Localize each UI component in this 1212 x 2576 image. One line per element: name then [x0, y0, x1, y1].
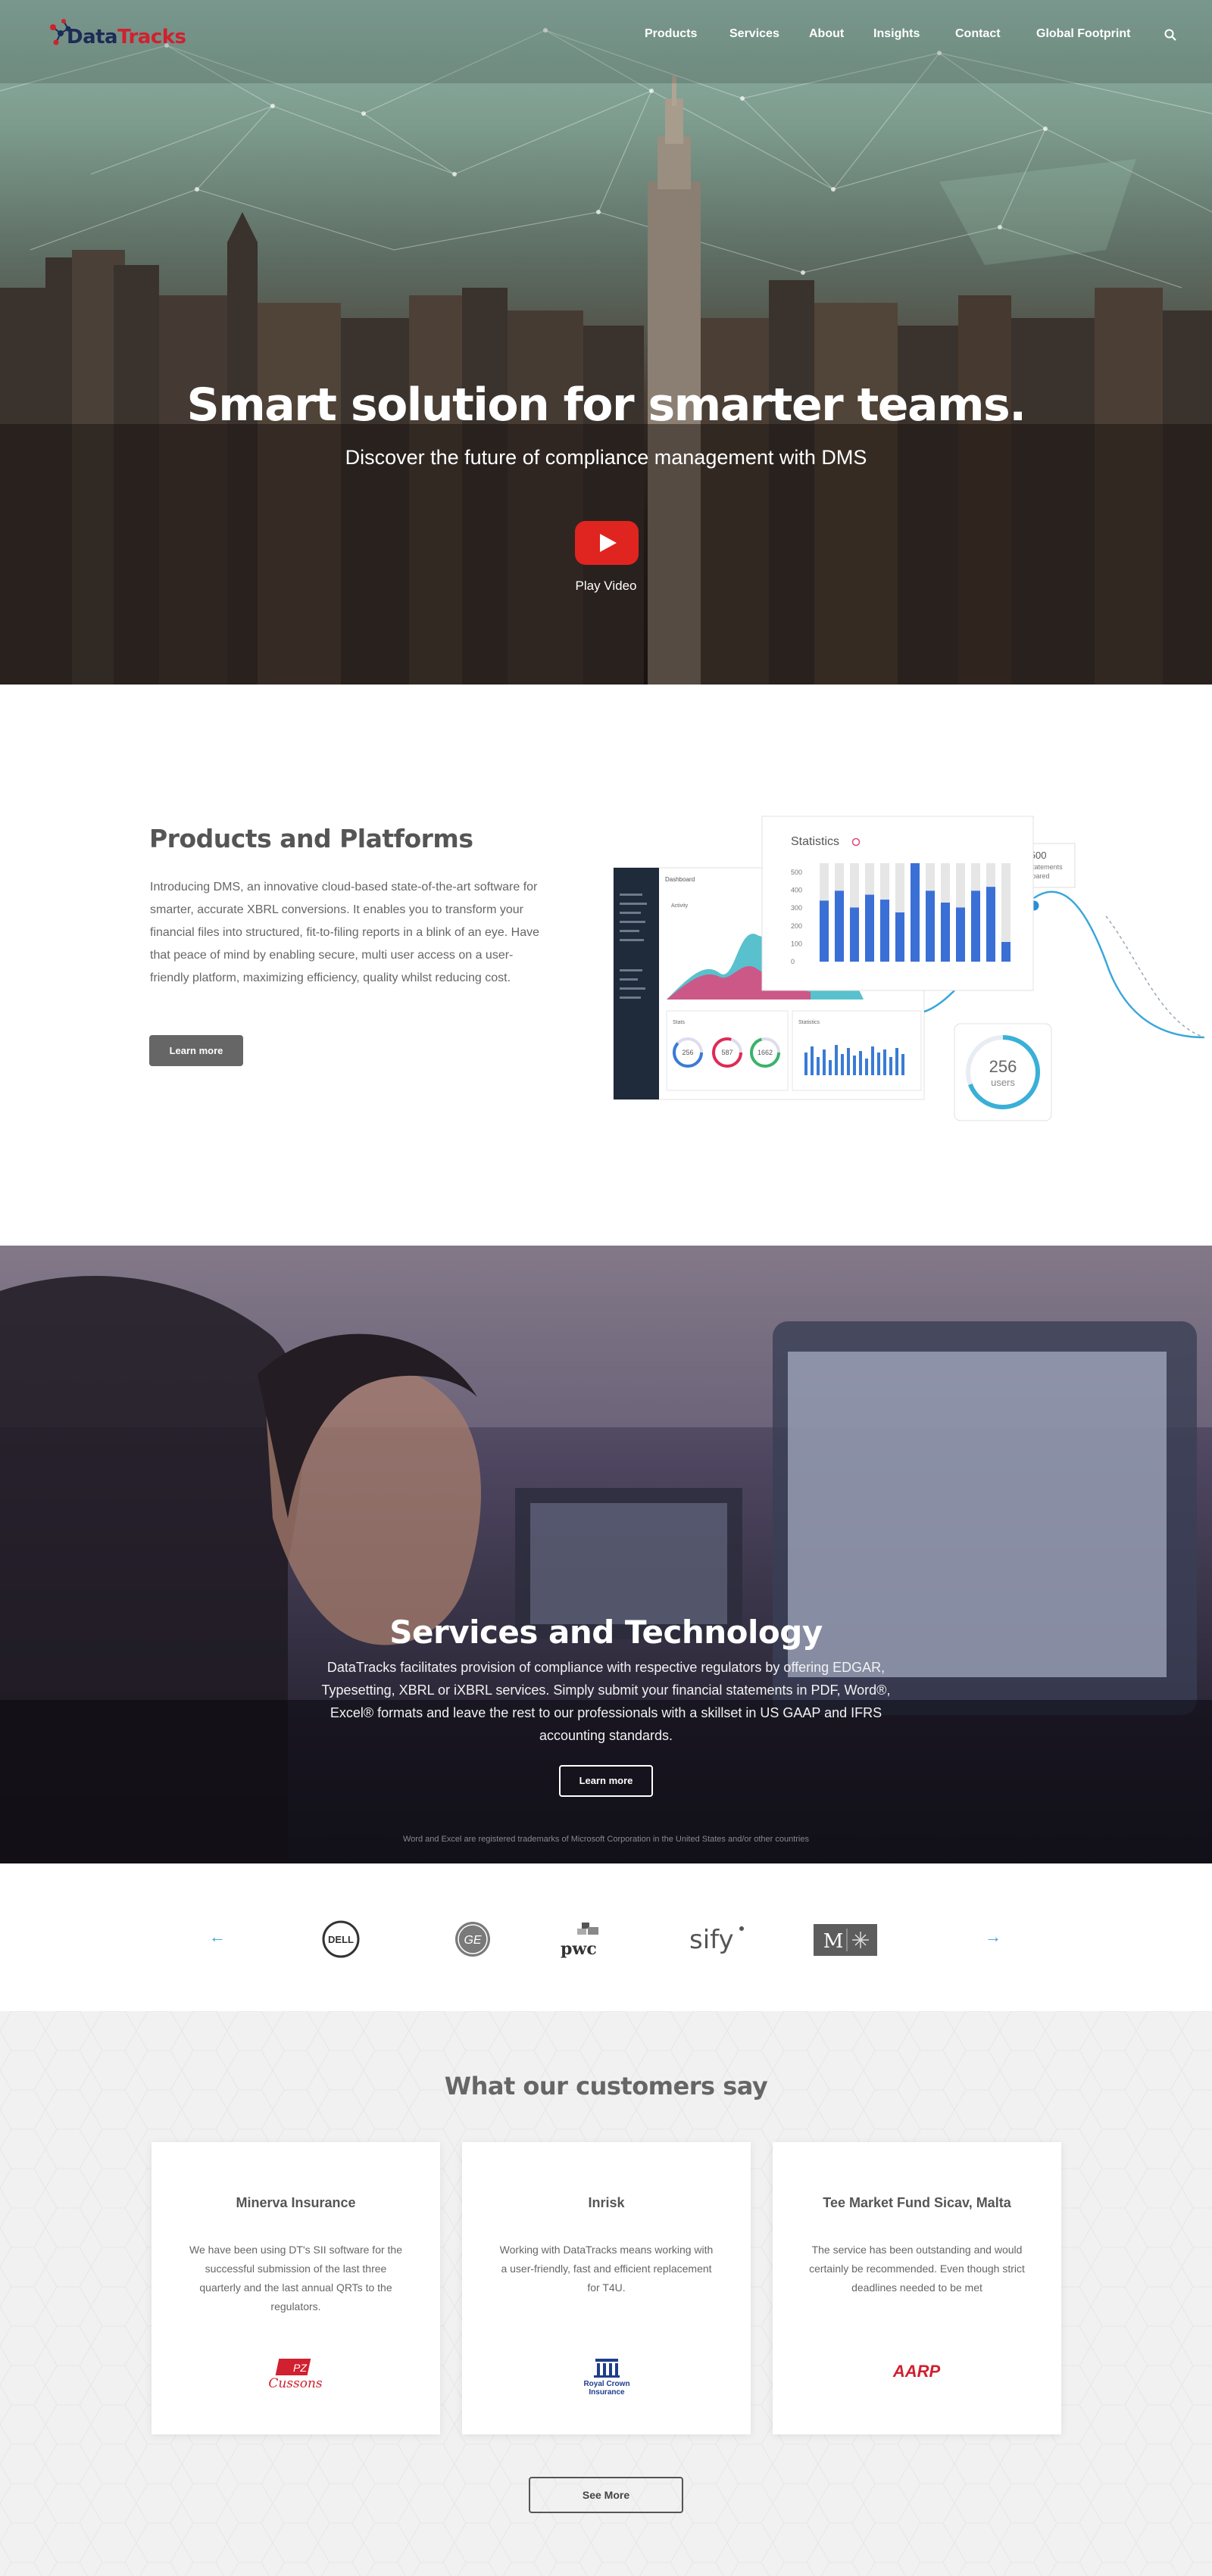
statistics-bar: [880, 900, 889, 962]
nav-item-insights[interactable]: Insights: [873, 27, 920, 41]
svg-text:Insurance: Insurance: [589, 2388, 625, 2397]
play-icon: [600, 534, 617, 552]
hero-title: Smart solution for smarter teams.: [186, 379, 1026, 432]
users-count: 256: [989, 1057, 1017, 1076]
svg-text:Royal Crown: Royal Crown: [583, 2380, 629, 2388]
top-navigation: DataTracks Products Services About Insig…: [0, 0, 1212, 72]
dashboard-statistics-label: Statistics: [798, 1020, 820, 1025]
statistics-card: Statistics 500 400 300 200 100 0: [761, 816, 1034, 991]
testimonial-card: Inrisk Working with DataTracks means wor…: [462, 2142, 751, 2434]
nav-item-global-footprint[interactable]: Global Footprint: [1036, 27, 1130, 41]
svg-text:AARP: AARP: [892, 2362, 941, 2381]
testimonial-company: Minerva Insurance: [236, 2195, 356, 2210]
nav-menu: Products Services About Insights Contact…: [0, 27, 1212, 45]
see-more-button[interactable]: See More: [529, 2477, 683, 2513]
users-label: users: [991, 1077, 1015, 1088]
play-video-label[interactable]: Play Video: [0, 579, 1212, 594]
svg-text:pwc: pwc: [561, 1939, 597, 1959]
carousel-next-arrow-icon[interactable]: →: [982, 1926, 1004, 1948]
testimonials-section: What our customers say Minerva Insurance…: [0, 2011, 1212, 2576]
statistics-bar: [835, 890, 844, 962]
trademark-note: Word and Excel are registered trademarks…: [402, 1835, 809, 1844]
dashboard-activity-label: Activity: [671, 903, 689, 909]
services-title: Services and Technology: [389, 1614, 823, 1651]
products-learn-more-button[interactable]: Learn more: [149, 1035, 243, 1066]
ge-logo: GE: [455, 1922, 490, 1957]
statistics-bar: [850, 907, 859, 962]
statistics-axis-label: 0: [791, 958, 795, 965]
statistics-card-title: Statistics: [791, 835, 839, 848]
svg-text:M: M: [823, 1930, 844, 1953]
svg-text:PZ: PZ: [293, 2362, 307, 2374]
dashboard-circle-3: 1662: [758, 1049, 773, 1056]
services-learn-more-button[interactable]: Learn more: [559, 1765, 653, 1797]
testimonial-quote: Working with DataTracks means working wi…: [499, 2244, 714, 2294]
statistics-axis-label: 300: [791, 904, 802, 912]
svg-text:sify: sify: [689, 1925, 734, 1955]
hero-subtitle: Discover the future of compliance manage…: [345, 446, 867, 469]
svg-text:GE: GE: [464, 1934, 481, 1947]
pwc-logo: pwc: [561, 1923, 598, 1959]
sify-logo: sify: [689, 1925, 744, 1955]
users-card: 256 users: [954, 1023, 1052, 1121]
services-description: DataTracks facilitates provision of comp…: [321, 1660, 891, 1743]
statistics-axis-label: 400: [791, 887, 802, 894]
pz-cussons-logo: PZ Cussons: [268, 2359, 323, 2391]
statistics-bar: [941, 903, 950, 962]
dell-logo: DELL: [322, 1920, 360, 1958]
dashboard-circle-1: 256: [682, 1049, 693, 1056]
m-logo: M: [814, 1924, 877, 1956]
products-description: Introducing DMS, an innovative cloud-bas…: [150, 881, 540, 984]
statistics-bar: [865, 894, 874, 962]
testimonials-title: What our customers say: [444, 2072, 768, 2100]
statistics-bar: [971, 890, 980, 962]
svg-text:Cussons: Cussons: [268, 2376, 323, 2391]
statistics-bar: [820, 900, 829, 962]
statistics-bar: [895, 912, 904, 962]
services-section: Services and Technology DataTracks facil…: [0, 1246, 1212, 1863]
statistics-bar: [956, 907, 965, 962]
nav-item-products[interactable]: Products: [645, 27, 697, 41]
statistics-bar: [911, 863, 920, 962]
nav-item-contact[interactable]: Contact: [955, 27, 1001, 41]
statistics-axis-label: 200: [791, 922, 802, 930]
testimonial-quote: We have been using DT's SII software for…: [189, 2244, 402, 2312]
svg-text:DELL: DELL: [328, 1934, 354, 1945]
statistics-bar: [986, 887, 995, 962]
testimonial-company: Inrisk: [588, 2195, 625, 2210]
nav-item-about[interactable]: About: [809, 27, 844, 41]
testimonial-card: Tee Market Fund Sicav, Malta The service…: [773, 2142, 1061, 2434]
statistics-bar: [926, 890, 935, 962]
testimonial-card: Minerva Insurance We have been using DT'…: [152, 2142, 440, 2434]
statistics-bar: [1001, 942, 1011, 962]
statistics-axis-label: 500: [791, 869, 802, 876]
products-title: Products and Platforms: [149, 824, 473, 853]
testimonial-company: Tee Market Fund Sicav, Malta: [823, 2195, 1011, 2210]
search-icon[interactable]: [1164, 29, 1176, 41]
dms-dashboard-mockup: Dashboard Activity Stats 256 587 1662 St…: [613, 816, 1205, 1121]
play-video-button[interactable]: [575, 521, 639, 565]
dashboard-stats-label: Stats: [673, 1020, 685, 1025]
dashboard-circle-2: 587: [721, 1049, 733, 1056]
client-logo-carousel: ← → DELL GE pwc sify M: [0, 1863, 1212, 2011]
carousel-prev-arrow-icon[interactable]: ←: [206, 1926, 229, 1948]
statistics-axis-label: 100: [791, 940, 802, 947]
nav-item-services[interactable]: Services: [729, 27, 779, 41]
royal-crown-insurance-logo: Royal Crown Insurance: [583, 2359, 630, 2397]
dashboard-title: Dashboard: [665, 876, 695, 883]
hero-section: DataTracks Products Services About Insig…: [0, 0, 1212, 685]
aarp-logo: AARP: [892, 2362, 941, 2381]
testimonial-quote: The service has been outstanding and wou…: [809, 2244, 1025, 2294]
